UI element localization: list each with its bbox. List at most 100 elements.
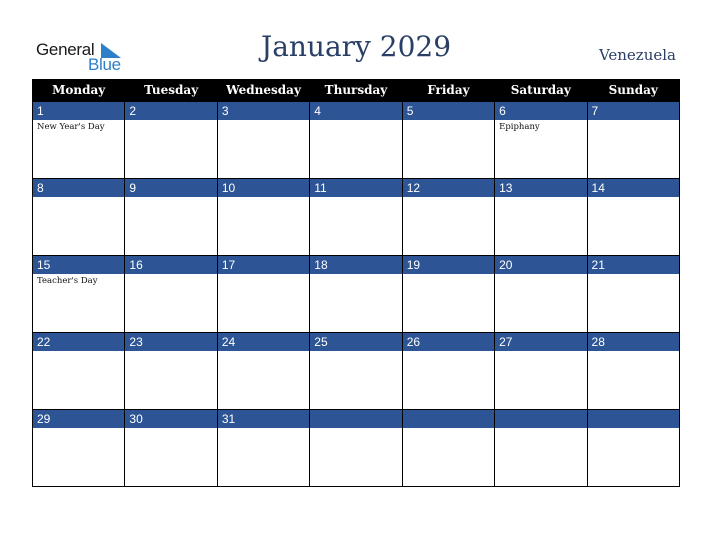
day-number: 12 — [402, 179, 495, 197]
day-number: 25 — [310, 333, 402, 351]
day-cell[interactable]: 11 — [309, 178, 403, 256]
day-number: 13 — [495, 179, 587, 197]
holiday-label — [310, 351, 401, 353]
day-cell[interactable]: 14 — [586, 178, 681, 256]
day-number: 21 — [587, 256, 679, 274]
day-cell[interactable]: 23 — [124, 332, 218, 410]
day-cell[interactable]: 25 — [309, 332, 403, 410]
day-cell[interactable]: 27 — [494, 332, 588, 410]
holiday-label — [33, 197, 124, 199]
day-cell[interactable]: 19 — [401, 255, 496, 333]
holiday-label — [310, 428, 401, 430]
holiday-label — [403, 351, 494, 353]
day-cell[interactable]: 2 — [124, 101, 218, 179]
day-number — [310, 410, 402, 428]
day-cell[interactable] — [586, 409, 681, 487]
day-cell[interactable]: 26 — [401, 332, 496, 410]
holiday-label — [403, 428, 494, 430]
day-number — [402, 410, 495, 428]
day-cell[interactable]: 16 — [124, 255, 218, 333]
day-number: 7 — [587, 102, 679, 120]
day-number: 6 — [495, 102, 587, 120]
country-label: Venezuela — [598, 46, 676, 64]
day-cell[interactable] — [309, 409, 403, 487]
day-number: 28 — [587, 333, 679, 351]
day-cell[interactable]: 8 — [31, 178, 126, 256]
day-number: 30 — [125, 410, 217, 428]
day-cell[interactable]: 3 — [216, 101, 311, 179]
holiday-label — [218, 428, 309, 430]
day-cell[interactable]: 30 — [124, 409, 218, 487]
day-cell[interactable]: 28 — [586, 332, 681, 410]
day-cell[interactable]: 10 — [216, 178, 311, 256]
holiday-label: Epiphany — [499, 122, 540, 132]
holiday-label — [125, 351, 216, 353]
weekday-header: Tuesday — [124, 79, 218, 102]
day-number: 4 — [310, 102, 402, 120]
holiday-label — [588, 197, 679, 199]
day-number: 5 — [402, 102, 495, 120]
day-number: 3 — [217, 102, 310, 120]
day-cell[interactable]: 22 — [31, 332, 126, 410]
day-cell[interactable]: 20 — [494, 255, 588, 333]
holiday-label — [495, 351, 586, 353]
week-row: 8 9 10 11 12 13 14 — [31, 178, 681, 256]
holiday-label — [125, 120, 216, 122]
day-number: 16 — [125, 256, 217, 274]
holiday-label — [310, 274, 401, 276]
day-cell[interactable] — [401, 409, 496, 487]
calendar-grid: Monday Tuesday Wednesday Thursday Friday… — [31, 79, 681, 487]
day-cell[interactable]: 21 — [586, 255, 681, 333]
holiday-label — [403, 120, 494, 122]
holiday-label — [125, 274, 216, 276]
holiday-label — [588, 351, 679, 353]
day-number: 27 — [495, 333, 587, 351]
weekday-header: Sunday — [586, 79, 681, 102]
week-row: 29 30 31 — [31, 409, 681, 487]
holiday-label — [125, 197, 216, 199]
weekday-header-row: Monday Tuesday Wednesday Thursday Friday… — [31, 79, 681, 102]
holiday-label — [310, 197, 401, 199]
holiday-label — [495, 274, 586, 276]
day-cell[interactable]: 13 — [494, 178, 588, 256]
holiday-label — [125, 428, 216, 430]
holiday-label — [588, 428, 679, 430]
day-cell[interactable]: 17 — [216, 255, 311, 333]
day-number — [587, 410, 679, 428]
week-row: 15 Teacher's Day 16 17 18 19 20 21 — [31, 255, 681, 333]
day-cell[interactable]: 12 — [401, 178, 496, 256]
day-cell[interactable] — [494, 409, 588, 487]
holiday-label — [218, 120, 309, 122]
day-number: 31 — [217, 410, 310, 428]
day-number: 19 — [402, 256, 495, 274]
day-number: 22 — [33, 333, 125, 351]
day-number: 24 — [217, 333, 310, 351]
day-cell[interactable]: 31 — [216, 409, 311, 487]
week-row: 1 New Year's Day 2 3 4 5 6 Epiphany 7 — [31, 101, 681, 179]
day-cell[interactable]: 1 New Year's Day — [31, 101, 126, 179]
day-cell[interactable]: 29 — [31, 409, 126, 487]
day-cell[interactable]: 15 Teacher's Day — [31, 255, 126, 333]
day-cell[interactable]: 4 — [309, 101, 403, 179]
holiday-label — [588, 274, 679, 276]
day-number: 14 — [587, 179, 679, 197]
day-number: 20 — [495, 256, 587, 274]
day-cell[interactable]: 7 — [586, 101, 681, 179]
weekday-header: Wednesday — [216, 79, 311, 102]
day-number: 23 — [125, 333, 217, 351]
holiday-label — [33, 428, 124, 430]
week-row: 22 23 24 25 26 27 28 — [31, 332, 681, 410]
holiday-label — [310, 120, 401, 122]
day-number: 29 — [33, 410, 125, 428]
weekday-header: Thursday — [309, 79, 403, 102]
holiday-label — [588, 120, 679, 122]
day-cell[interactable]: 9 — [124, 178, 218, 256]
holiday-label — [403, 197, 494, 199]
day-number: 1 — [33, 102, 125, 120]
day-cell[interactable]: 5 — [401, 101, 496, 179]
day-number: 15 — [33, 256, 125, 274]
day-cell[interactable]: 24 — [216, 332, 311, 410]
holiday-label — [218, 351, 309, 353]
day-cell[interactable]: 6 Epiphany — [494, 101, 588, 179]
day-cell[interactable]: 18 — [309, 255, 403, 333]
